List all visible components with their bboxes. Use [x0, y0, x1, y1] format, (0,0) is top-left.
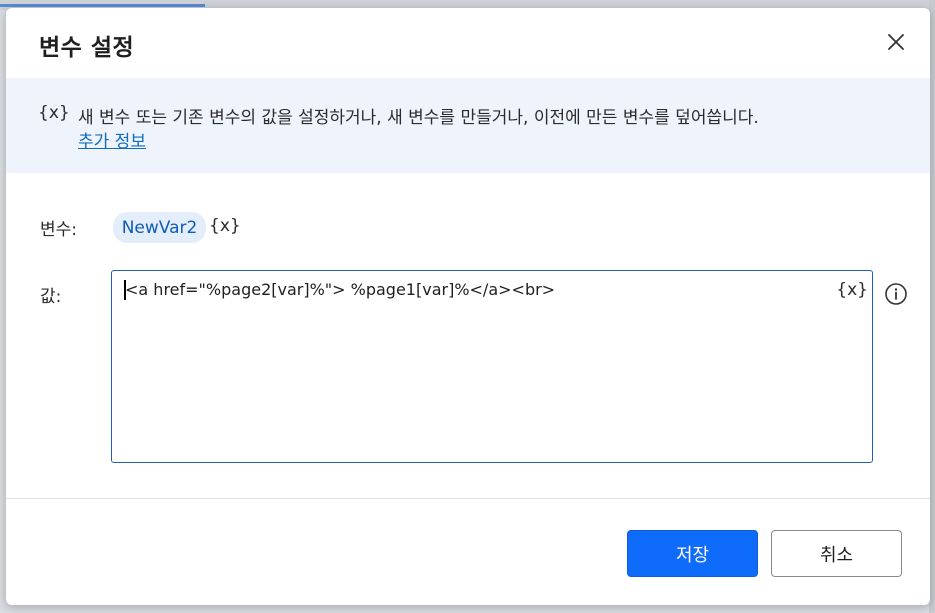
close-button[interactable] — [884, 30, 908, 54]
variable-name-chip[interactable]: NewVar2 — [113, 212, 206, 243]
value-variable-picker-button[interactable]: {x} — [836, 280, 868, 300]
info-description: 새 변수 또는 기존 변수의 값을 설정하거나, 새 변수를 만들거나, 이전에… — [78, 108, 759, 128]
set-variable-dialog: 변수 설정 {x} 새 변수 또는 기존 변수의 값을 설정하거나, 새 변수를… — [6, 8, 930, 605]
info-banner: {x} 새 변수 또는 기존 변수의 값을 설정하거나, 새 변수를 만들거나,… — [6, 78, 930, 173]
close-icon — [888, 34, 904, 50]
save-button[interactable]: 저장 — [627, 530, 758, 577]
variable-label: 변수: — [40, 220, 78, 240]
text-caret — [124, 280, 126, 300]
value-input[interactable]: <a href="%page2[var]%"> %page1[var]%</a>… — [111, 270, 873, 463]
learn-more-link[interactable]: 추가 정보 — [78, 127, 146, 152]
cancel-button[interactable]: 취소 — [771, 530, 902, 577]
info-icon — [885, 283, 907, 305]
value-label: 값: — [40, 287, 62, 307]
footer-divider — [6, 498, 930, 499]
dialog-title: 변수 설정 — [39, 35, 135, 61]
value-input-text: <a href="%page2[var]%"> %page1[var]%</a>… — [125, 280, 556, 299]
variable-icon: {x} — [38, 103, 70, 123]
variable-picker-button[interactable]: {x} — [209, 216, 241, 236]
background-selection-strip — [0, 4, 205, 7]
help-button[interactable] — [884, 282, 908, 306]
